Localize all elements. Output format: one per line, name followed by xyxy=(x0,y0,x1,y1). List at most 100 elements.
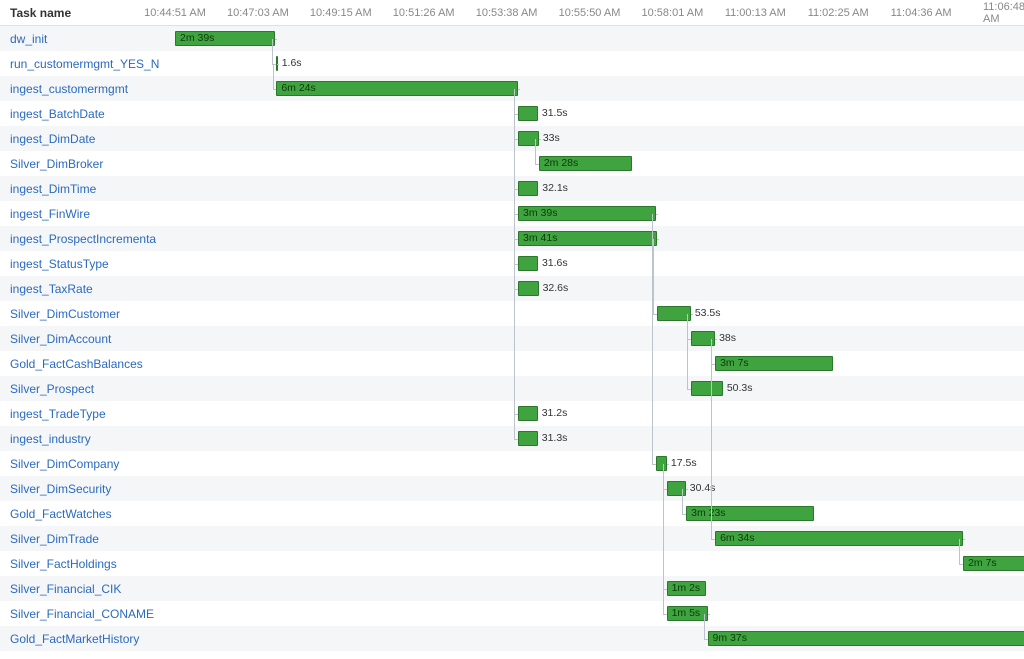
task-name-link[interactable]: run_customermgmt_YES_N xyxy=(0,57,175,71)
task-row: dw_init2m 39s xyxy=(0,26,1024,51)
gantt-cell: 53.5s xyxy=(175,301,1024,326)
task-row: ingest_DimDate 33s xyxy=(0,126,1024,151)
task-duration-label: 33s xyxy=(541,130,560,147)
gantt-cell: 31.3s xyxy=(175,426,1024,451)
task-name-link[interactable]: ingest_DimDate xyxy=(0,132,175,146)
task-duration-label: 3m 7s xyxy=(717,355,749,372)
task-row: Silver_Prospect 50.3s xyxy=(0,376,1024,401)
task-name-link[interactable]: Silver_DimTrade xyxy=(0,532,175,546)
task-row: Gold_FactMarketHistory 9m 37s xyxy=(0,626,1024,651)
task-row: Silver_FactHoldings 2m 7s xyxy=(0,551,1024,576)
task-duration-label: 50.3s xyxy=(725,380,753,397)
task-name-link[interactable]: Silver_Financial_CIK xyxy=(0,582,175,596)
task-bar[interactable] xyxy=(656,456,667,471)
gantt-cell: 2m 39s xyxy=(175,26,1024,51)
task-duration-label: 32.1s xyxy=(540,180,568,197)
task-name-link[interactable]: Silver_FactHoldings xyxy=(0,557,175,571)
task-bar[interactable] xyxy=(518,106,538,121)
task-duration-label: 2m 39s xyxy=(177,30,214,47)
task-name-link[interactable]: ingest_StatusType xyxy=(0,257,175,271)
task-row: Silver_DimSecurity 30.4s xyxy=(0,476,1024,501)
task-duration-label: 53.5s xyxy=(693,305,721,322)
task-name-link[interactable]: ingest_ProspectIncrementa xyxy=(0,232,175,246)
task-row: Gold_FactCashBalances 3m 7s xyxy=(0,351,1024,376)
task-name-link[interactable]: Silver_DimCompany xyxy=(0,457,175,471)
task-name-link[interactable]: dw_init xyxy=(0,32,175,46)
task-name-link[interactable]: Silver_DimSecurity xyxy=(0,482,175,496)
task-bar[interactable] xyxy=(518,406,538,421)
task-row: Silver_DimAccount 38s xyxy=(0,326,1024,351)
gantt-cell: 32.6s xyxy=(175,276,1024,301)
task-bar[interactable] xyxy=(518,131,539,146)
task-row: ingest_customermgmt6m 24s xyxy=(0,76,1024,101)
task-row: ingest_FinWire3m 39s xyxy=(0,201,1024,226)
gantt-cell: 1.6s xyxy=(175,51,1024,76)
task-bar[interactable] xyxy=(691,381,723,396)
gantt-cell: 2m 7s xyxy=(175,551,1024,576)
task-row: Silver_Financial_CONAME 1m 5s xyxy=(0,601,1024,626)
task-name-link[interactable]: Silver_Prospect xyxy=(0,382,175,396)
task-name-link[interactable]: Silver_Financial_CONAME xyxy=(0,607,175,621)
task-bar[interactable] xyxy=(518,181,538,196)
task-row: ingest_ProspectIncrementa 3m 41s xyxy=(0,226,1024,251)
gantt-cell: 38s xyxy=(175,326,1024,351)
task-bar[interactable] xyxy=(518,431,538,446)
task-name-link[interactable]: ingest_TaxRate xyxy=(0,282,175,296)
time-tick: 10:51:26 AM xyxy=(393,7,455,19)
task-name-link[interactable]: ingest_BatchDate xyxy=(0,107,175,121)
time-tick: 10:55:50 AM xyxy=(559,7,621,19)
gantt-cell: 17.5s xyxy=(175,451,1024,476)
task-name-link[interactable]: Gold_FactCashBalances xyxy=(0,357,175,371)
task-duration-label: 3m 23s xyxy=(688,505,725,522)
task-duration-label: 1.6s xyxy=(280,55,302,72)
task-row: run_customermgmt_YES_N 1.6s xyxy=(0,51,1024,76)
task-duration-label: 6m 34s xyxy=(717,530,754,547)
task-duration-label: 2m 7s xyxy=(965,555,997,572)
task-row: Silver_DimCompany17.5s xyxy=(0,451,1024,476)
task-name-link[interactable]: Silver_DimBroker xyxy=(0,157,175,171)
task-row: ingest_TradeType31.2s xyxy=(0,401,1024,426)
task-row: Gold_FactWatches 3m 23s xyxy=(0,501,1024,526)
gantt-cell: 33s xyxy=(175,126,1024,151)
task-bar[interactable] xyxy=(708,631,1024,646)
task-name-link[interactable]: ingest_FinWire xyxy=(0,207,175,221)
task-duration-label: 1m 5s xyxy=(669,605,701,622)
gantt-cell: 32.1s xyxy=(175,176,1024,201)
time-tick: 11:04:36 AM xyxy=(891,7,952,19)
task-name-link[interactable]: ingest_customermgmt xyxy=(0,82,175,96)
task-bar[interactable] xyxy=(691,331,715,346)
header-row: Task name 10:44:51 AM10:47:03 AM10:49:15… xyxy=(0,0,1024,26)
gantt-cell: 30.4s xyxy=(175,476,1024,501)
gantt-cell: 9m 37s xyxy=(175,626,1024,651)
task-name-link[interactable]: Silver_DimAccount xyxy=(0,332,175,346)
task-name-link[interactable]: Gold_FactWatches xyxy=(0,507,175,521)
task-row: ingest_TaxRate32.6s xyxy=(0,276,1024,301)
gantt-cell: 1m 2s xyxy=(175,576,1024,601)
task-name-link[interactable]: ingest_DimTime xyxy=(0,182,175,196)
gantt-cell: 31.6s xyxy=(175,251,1024,276)
task-name-link[interactable]: Gold_FactMarketHistory xyxy=(0,632,175,646)
time-tick: 10:47:03 AM xyxy=(227,7,289,19)
task-bar[interactable] xyxy=(657,306,691,321)
task-row: ingest_DimTime 32.1s xyxy=(0,176,1024,201)
task-bar[interactable] xyxy=(518,281,539,296)
gantt-cell: 31.2s xyxy=(175,401,1024,426)
task-bar[interactable] xyxy=(667,481,686,496)
time-tick: 10:53:38 AM xyxy=(476,7,538,19)
task-duration-label: 30.4s xyxy=(688,480,716,497)
time-tick: 11:00:13 AM xyxy=(725,7,786,19)
task-bar[interactable] xyxy=(276,56,278,71)
task-duration-label: 38s xyxy=(717,330,736,347)
task-name-link[interactable]: ingest_TradeType xyxy=(0,407,175,421)
time-tick: 10:58:01 AM xyxy=(642,7,704,19)
task-row: Silver_DimTrade 6m 34s xyxy=(0,526,1024,551)
time-tick: 10:44:51 AM xyxy=(144,7,206,19)
gantt-cell: 3m 23s xyxy=(175,501,1024,526)
task-duration-label: 1m 2s xyxy=(669,580,701,597)
gantt-cell: 3m 39s xyxy=(175,201,1024,226)
task-name-link[interactable]: ingest_industry xyxy=(0,432,175,446)
task-duration-label: 9m 37s xyxy=(710,630,747,647)
task-duration-label: 3m 41s xyxy=(520,230,557,247)
task-bar[interactable] xyxy=(518,256,538,271)
task-name-link[interactable]: Silver_DimCustomer xyxy=(0,307,175,321)
